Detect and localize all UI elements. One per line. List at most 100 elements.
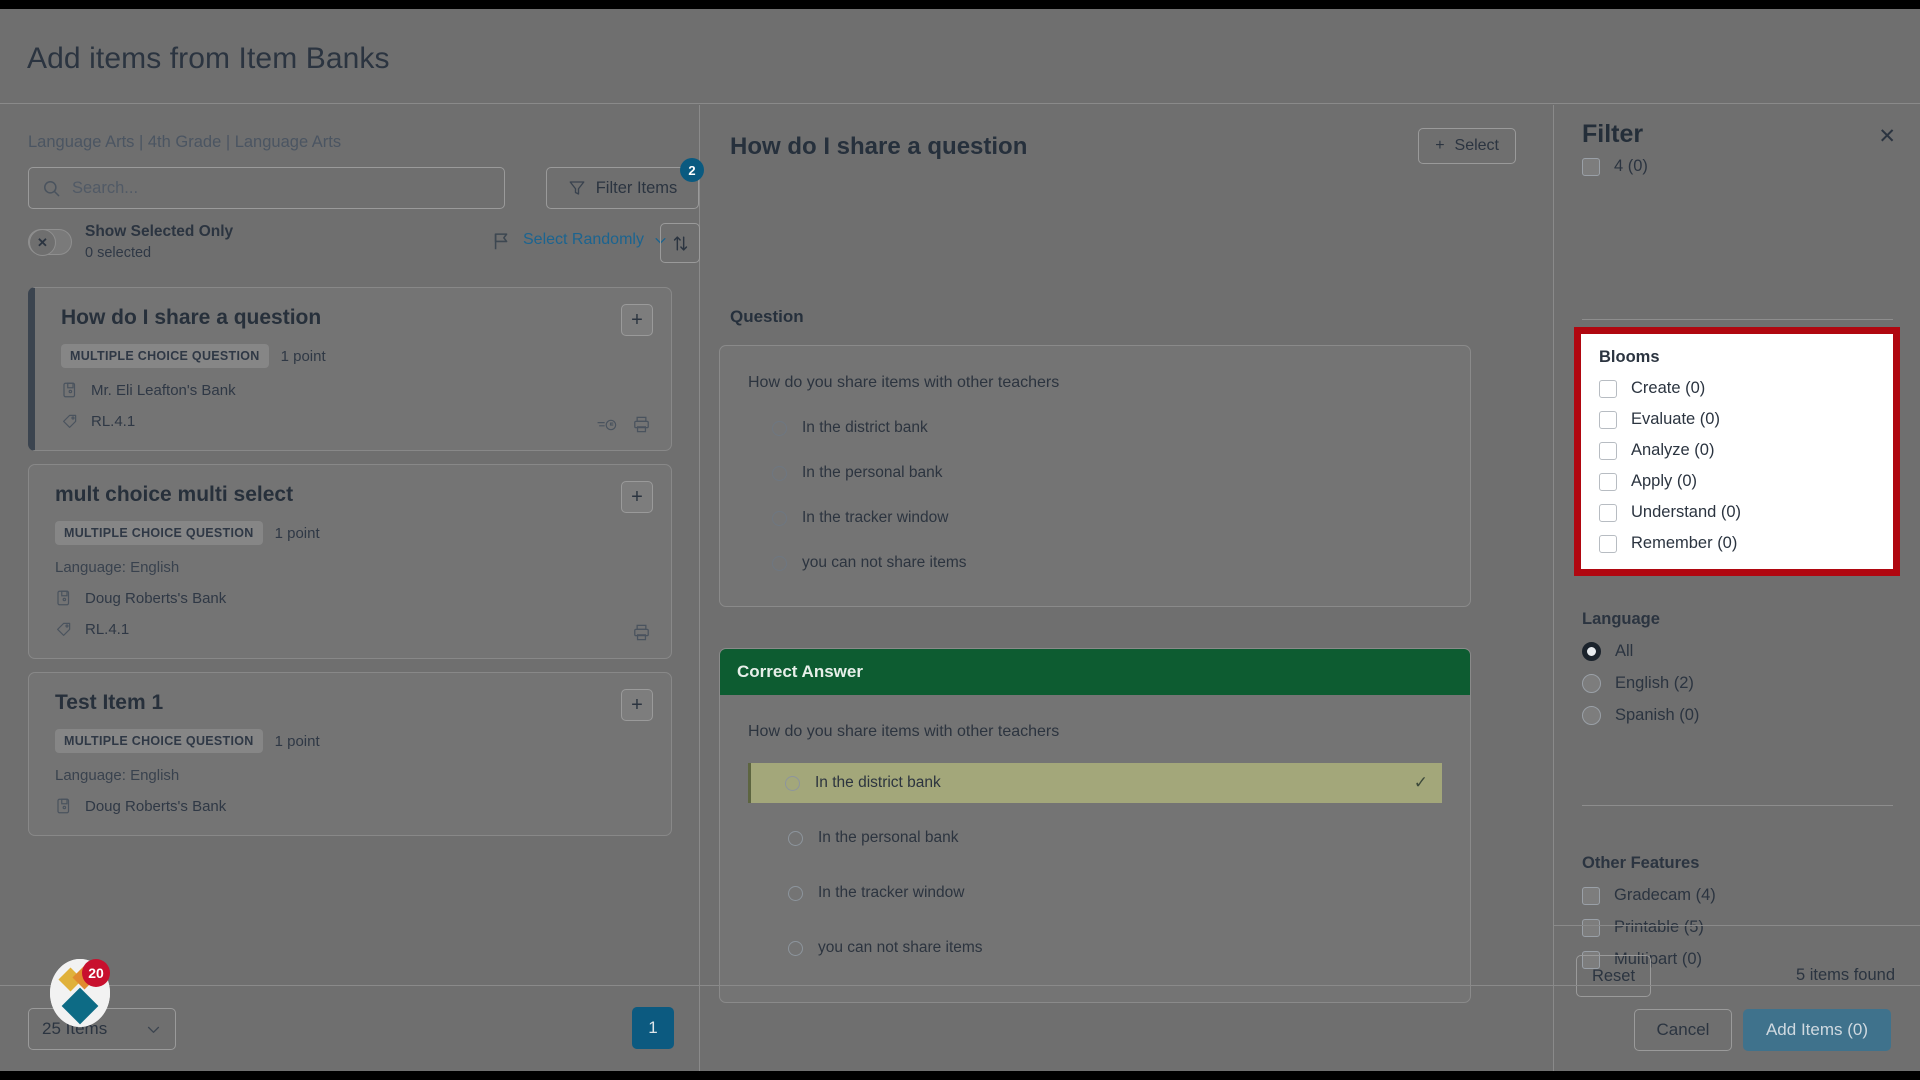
filter-panel: Filter ✕ 4 (0) Blooms Create (0) Evaluat (1553, 105, 1920, 969)
tag-icon (55, 620, 73, 638)
bank-icon (55, 589, 73, 607)
question-stem: How do you share items with other teache… (748, 374, 1060, 391)
item-bank: Mr. Eli Leafton's Bank (61, 381, 649, 399)
item-points: 1 point (274, 732, 320, 750)
blooms-option-understand[interactable]: Understand (0) (1599, 503, 1875, 522)
question-option-label: In the personal bank (802, 464, 943, 481)
modal-dialog: Add items from Item Banks Language Arts … (0, 9, 1920, 1071)
preview-title: How do I share a question (730, 133, 1028, 160)
select-button-label: Select (1454, 137, 1499, 154)
radio-icon (788, 830, 803, 846)
list-item[interactable]: mult choice multi select MULTIPLE CHOICE… (28, 464, 672, 659)
cancel-button[interactable]: Cancel (1634, 1009, 1732, 1051)
item-meta: MULTIPLE CHOICE QUESTION 1 point (55, 729, 649, 753)
sort-button[interactable] (660, 223, 700, 263)
correct-answer-body: How do you share items with other teache… (720, 695, 1470, 1002)
add-item-button[interactable]: + (621, 304, 653, 336)
radio-icon (788, 940, 803, 956)
item-standard: RL.4.1 (61, 412, 649, 430)
checkbox-icon (1599, 410, 1617, 429)
question-section-label: Question (730, 307, 804, 326)
blooms-option-remember[interactable]: Remember (0) (1599, 534, 1875, 553)
search-input[interactable]: Search... (28, 167, 505, 209)
correct-answer-card: Correct Answer How do you share items wi… (719, 648, 1471, 1003)
radio-icon (1582, 674, 1601, 693)
filter-option-label: 4 (0) (1614, 157, 1648, 175)
other-feature-gradecam[interactable]: Gradecam (4) (1582, 886, 1893, 905)
item-type-badge: MULTIPLE CHOICE QUESTION (55, 521, 263, 545)
item-meta: MULTIPLE CHOICE QUESTION 1 point (55, 521, 649, 545)
radio-icon (772, 420, 787, 436)
blooms-option-label: Apply (0) (1631, 472, 1698, 490)
item-points: 1 point (280, 347, 326, 365)
answer-option-label: In the district bank (815, 774, 941, 791)
checkbox-icon (1599, 503, 1617, 522)
answer-option: In the personal bank (748, 818, 1442, 858)
filter-items-button[interactable]: Filter Items (546, 167, 699, 209)
show-selected-only-label: Show Selected Only (85, 223, 234, 240)
list-item[interactable]: Test Item 1 MULTIPLE CHOICE QUESTION 1 p… (28, 672, 672, 836)
blooms-option-apply[interactable]: Apply (0) (1599, 472, 1875, 491)
item-bank-label: Doug Roberts's Bank (85, 589, 227, 607)
blooms-option-label: Understand (0) (1631, 503, 1742, 521)
correct-answer-header: Correct Answer (720, 649, 1470, 695)
list-item[interactable]: How do I share a question MULTIPLE CHOIC… (28, 287, 672, 451)
add-items-button[interactable]: Add Items (0) (1743, 1009, 1891, 1051)
close-icon[interactable]: ✕ (1878, 126, 1896, 147)
question-option-label: In the tracker window (802, 509, 949, 526)
select-button[interactable]: + Select (1418, 128, 1516, 164)
blooms-option-label: Analyze (0) (1631, 441, 1715, 459)
radio-icon (785, 775, 800, 791)
answer-option-correct: In the district bank ✓ (748, 763, 1442, 803)
radio-icon (772, 555, 787, 571)
language-option-all[interactable]: All (1582, 642, 1893, 661)
blooms-title: Blooms (1599, 348, 1660, 366)
show-selected-only-toggle[interactable]: ✕ (28, 229, 72, 256)
modal-body: Language Arts | 4th Grade | Language Art… (0, 105, 1920, 1071)
blooms-option-evaluate[interactable]: Evaluate (0) (1599, 410, 1875, 429)
question-option[interactable]: you can not share items (772, 554, 1470, 572)
question-option[interactable]: In the personal bank (772, 464, 1470, 482)
print-icon (632, 415, 651, 434)
checkbox-icon (1599, 379, 1617, 398)
app-launcher-icon[interactable]: 20 (50, 959, 110, 1031)
blooms-filter-section: Blooms Create (0) Evaluate (0) Analyze (… (1574, 327, 1900, 576)
item-standard-label: RL.4.1 (91, 412, 136, 430)
items-found-label: 5 items found (1795, 966, 1895, 984)
answer-option-label: In the tracker window (818, 884, 965, 901)
funnel-icon (568, 179, 586, 197)
question-option[interactable]: In the tracker window (772, 509, 1470, 527)
item-type-badge: MULTIPLE CHOICE QUESTION (61, 344, 269, 368)
print-icon (632, 623, 651, 642)
blooms-option-create[interactable]: Create (0) (1599, 379, 1875, 398)
sort-arrows-icon (671, 234, 690, 253)
filter-items-label: Filter Items (595, 178, 678, 197)
radio-icon (788, 885, 803, 901)
item-list[interactable]: How do I share a question MULTIPLE CHOIC… (28, 287, 672, 1015)
flag-icon (491, 230, 513, 252)
radio-icon (772, 465, 787, 481)
add-item-button[interactable]: + (621, 481, 653, 513)
item-language: Language: English (55, 559, 180, 576)
page-title: Add items from Item Banks (27, 42, 390, 75)
language-option-spanish[interactable]: Spanish (0) (1582, 706, 1893, 725)
add-item-button[interactable]: + (621, 689, 653, 721)
filter-option-truncated[interactable]: 4 (0) (1582, 157, 1648, 176)
select-randomly-dropdown[interactable]: Select Randomly (523, 231, 668, 249)
item-feature-icons (632, 623, 651, 642)
item-bank-label: Mr. Eli Leafton's Bank (91, 381, 236, 399)
list-toolbar: ✕ Show Selected Only 0 selected Select R… (28, 223, 700, 267)
blooms-option-label: Create (0) (1631, 379, 1706, 397)
question-option[interactable]: In the district bank (772, 419, 1470, 437)
blooms-option-analyze[interactable]: Analyze (0) (1599, 441, 1875, 460)
modal-header: Add items from Item Banks (0, 9, 1920, 104)
radio-icon (1582, 706, 1601, 725)
checkbox-icon (1582, 157, 1600, 176)
divider (1582, 805, 1893, 806)
search-placeholder: Search... (72, 178, 139, 197)
item-language: Language: English (55, 767, 180, 784)
item-feature-icons (596, 415, 651, 434)
language-option-english[interactable]: English (2) (1582, 674, 1893, 693)
question-option-label: In the district bank (802, 419, 928, 436)
blooms-option-label: Evaluate (0) (1631, 410, 1720, 428)
